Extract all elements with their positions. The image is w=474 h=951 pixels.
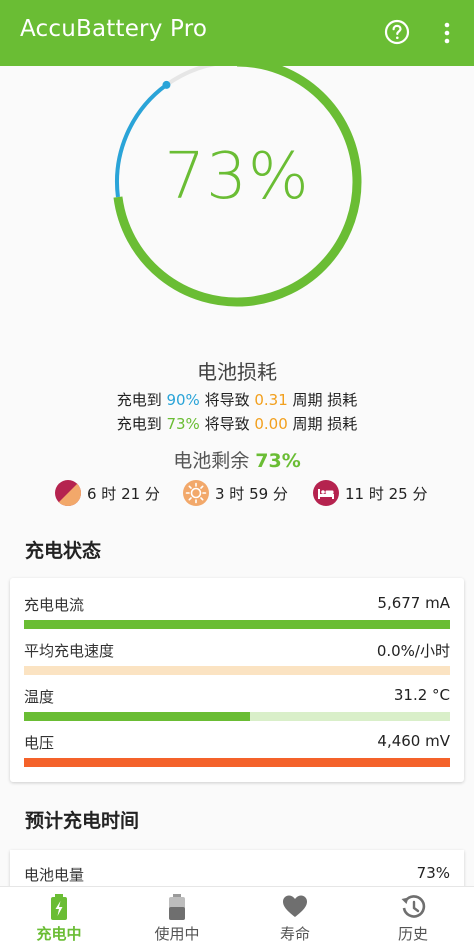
temperature-bar <box>24 712 450 721</box>
estimate-screen-off: 3 时 59 分 <box>183 479 288 507</box>
wear-line-90: 充电到 90% 将导致 0.31 周期 损耗 <box>116 391 358 409</box>
estimated-charge-time-title: 预计充电时间 <box>25 810 140 832</box>
avg-speed-bar <box>24 666 450 675</box>
nav-label-discharging: 使用中 <box>154 925 200 943</box>
usage-estimates: 6 时 21 分 3 时 59 分 11 时 25 分 <box>0 479 474 507</box>
avg-speed-label: 平均充电速度 <box>24 642 115 660</box>
charge-gauge <box>113 66 362 307</box>
nav-label-charging: 充电中 <box>36 925 82 943</box>
current-row: 充电电流 5,677 mA <box>24 584 450 630</box>
history-icon <box>401 895 426 918</box>
nav-tab-discharging[interactable]: 使用中 <box>118 887 236 951</box>
temperature-label: 温度 <box>24 688 55 706</box>
nav-label-history: 历史 <box>397 925 428 943</box>
temperature-value: 31.2 °C <box>393 686 450 704</box>
nav-tab-health[interactable]: 寿命 <box>236 887 354 951</box>
estimate-sleep: 11 时 25 分 <box>313 479 427 507</box>
temperature-row: 温度 31.2 °C <box>24 676 450 722</box>
heart-icon <box>283 895 307 917</box>
voltage-bar-fill <box>24 758 450 767</box>
screen-off-icon <box>183 480 209 506</box>
estimated-charge-card: 电池电量 73% <box>10 850 464 890</box>
bottom-navigation: 充电中 使用中 寿命 历史 <box>0 886 474 951</box>
nav-label-health: 寿命 <box>279 925 310 943</box>
voltage-bar <box>24 758 450 767</box>
estimate-screen-on: 6 时 21 分 <box>55 479 160 507</box>
avg-speed-row: 平均充电速度 0.0%/小时 <box>24 630 450 676</box>
target-handle[interactable] <box>162 80 171 89</box>
battery-wear-title: 电池损耗 <box>197 360 277 384</box>
voltage-row: 电压 4,460 mV <box>24 722 450 768</box>
app-title: AccuBattery Pro <box>20 16 208 42</box>
voltage-value: 4,460 mV <box>377 732 450 750</box>
app-bar: AccuBattery Pro <box>0 0 474 66</box>
charging-status-card: 充电电流 5,677 mA 平均充电速度 0.0%/小时 温度 31.2 °C … <box>10 578 464 782</box>
battery-level-label: 电池电量 <box>24 866 85 884</box>
wear-line-current: 充电到 73% 将导致 0.00 周期 损耗 <box>116 415 358 433</box>
battery-level-value: 73% <box>416 864 450 882</box>
current-bar <box>24 620 450 629</box>
sleep-icon <box>313 480 339 506</box>
charging-battery-icon <box>51 894 67 920</box>
help-icon[interactable] <box>384 19 410 45</box>
nav-tab-history[interactable]: 历史 <box>354 887 472 951</box>
more-options-icon[interactable] <box>436 20 458 46</box>
avg-speed-value: 0.0%/小时 <box>376 642 450 660</box>
nav-tab-charging[interactable]: 充电中 <box>0 887 118 951</box>
current-label: 充电电流 <box>24 596 85 614</box>
battery-remaining: 电池剩余 73% <box>173 450 301 472</box>
voltage-label: 电压 <box>24 734 55 752</box>
current-value: 5,677 mA <box>377 594 450 612</box>
screen-on-icon <box>55 480 81 506</box>
temperature-bar-fill <box>24 712 250 721</box>
charging-status-title: 充电状态 <box>25 540 102 562</box>
battery-icon <box>169 894 185 920</box>
current-bar-fill <box>24 620 450 629</box>
charge-percent: 73% <box>164 140 310 214</box>
